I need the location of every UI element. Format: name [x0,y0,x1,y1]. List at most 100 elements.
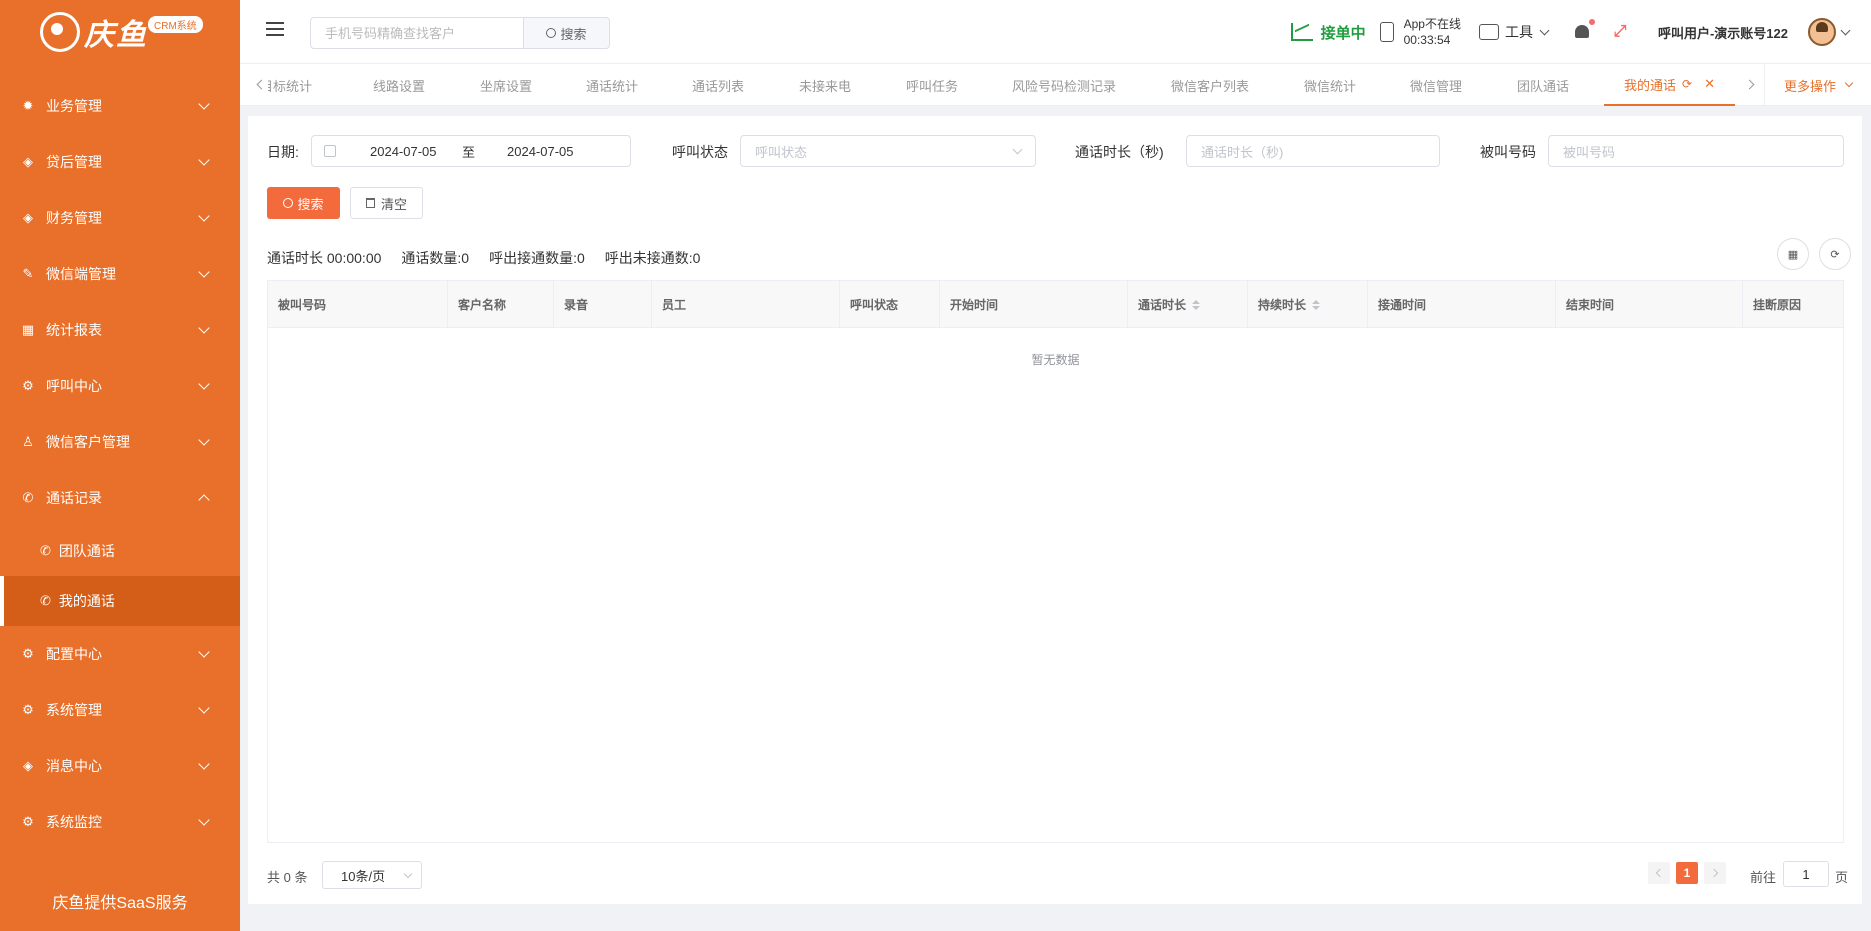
sort-icon[interactable] [1192,299,1201,310]
next-page-button[interactable] [1704,862,1726,884]
toolbox-icon [1478,24,1499,40]
clear-button[interactable]: 清空 [350,187,423,219]
tab-wechat-stats[interactable]: 微信统计 [1304,64,1356,106]
sidebar-item-messages[interactable]: ◈ 消息中心 [0,738,240,794]
notification-bell-icon[interactable] [1574,19,1595,41]
tools-dropdown[interactable]: 工具 [1478,22,1550,42]
tab-team-calls[interactable]: 团队通话 [1517,64,1569,106]
column-header-sortable[interactable]: 通话时长 [1128,281,1248,328]
tab-seat-settings[interactable]: 坐席设置 [480,64,532,106]
sidebar-item-label: 配置中心 [46,646,102,662]
sidebar-item-wechat-admin[interactable]: ✎ 微信端管理 [0,246,240,302]
refresh-icon[interactable]: ⟳ [1819,238,1851,270]
sidebar-item-wechat-customers[interactable]: ♙ 微信客户管理 [0,414,240,470]
customer-search-button[interactable]: 搜索 [524,17,610,49]
tab-target-stats[interactable]: 目标统计 [268,64,312,106]
phone-icon: ✆ [22,490,34,505]
tab-missed-calls[interactable]: 未接来电 [799,64,851,106]
sidebar-menu: ✹ 业务管理 ◈ 贷后管理 ◈ 财务管理 ✎ 微信端管理 ▦ 统计报表 ⚙ 呼叫中心 ♙ 微信… [0,78,240,850]
hamburger-menu-icon[interactable] [266,22,284,36]
column-settings-icon[interactable]: ▦ [1777,238,1809,270]
chevron-down-icon [198,266,210,278]
order-status-toggle[interactable]: 接单中 [1290,22,1366,43]
logo[interactable]: 庆鱼 CRM系统 [0,0,240,64]
gear-icon: ⚙ [22,814,34,829]
avatar[interactable] [1808,18,1836,46]
tab-call-stats[interactable]: 通话统计 [586,64,638,106]
duration-label: 通话时长（秒) [1075,144,1164,160]
close-icon[interactable]: ✕ [1704,76,1715,92]
sidebar-subitem-team-calls[interactable]: ✆ 团队通话 [0,526,240,576]
tab-scroll-left-icon[interactable] [256,79,267,90]
tab-risk-number-records[interactable]: 风险号码检测记录 [1012,64,1116,106]
chevron-down-icon [198,98,210,110]
tab-line-settings[interactable]: 线路设置 [373,64,425,106]
sidebar-item-label: 呼叫中心 [46,378,102,394]
tag-icon: ◈ [23,154,33,169]
sidebar-subitem-my-calls[interactable]: ✆ 我的通话 [0,576,240,626]
sidebar-footer: 庆鱼提供SaaS服务 [52,895,188,912]
tab-my-calls[interactable]: 我的通话 ⟳ ✕ [1604,64,1735,106]
sidebar-item-label: 系统管理 [46,702,102,718]
duration-placeholder: 通话时长（秒) [1201,144,1284,160]
pagination-total: 共 0 条 [267,870,308,885]
search-icon [283,198,294,208]
tab-label: 微信管理 [1410,78,1463,94]
call-status-select[interactable]: 呼叫状态 [740,135,1036,167]
sidebar-item-call-center[interactable]: ⚙ 呼叫中心 [0,358,240,414]
sidebar-item-post-loan[interactable]: ◈ 贷后管理 [0,134,240,190]
more-operations-dropdown[interactable]: 更多操作 [1764,64,1871,106]
column-header: 开始时间 [940,281,1128,328]
chevron-down-icon[interactable] [1840,25,1851,35]
sidebar-item-system[interactable]: ⚙ 系统管理 [0,682,240,738]
sidebar-item-reports[interactable]: ▦ 统计报表 [0,302,240,358]
tab-label: 团队通话 [1517,78,1570,94]
chevron-down-icon [198,322,210,334]
sidebar-item-business[interactable]: ✹ 业务管理 [0,78,240,134]
search-icon [546,28,557,38]
tab-wechat-customer-list[interactable]: 微信客户列表 [1171,64,1249,106]
prev-page-button[interactable] [1648,862,1670,884]
page-number-current[interactable]: 1 [1676,862,1698,884]
column-label: 员工 [662,298,687,312]
goto-page-input[interactable] [1783,861,1829,887]
sidebar-item-label: 我的通话 [58,593,115,609]
column-header: 录音 [554,281,652,328]
edit-icon: ✎ [22,266,34,281]
sidebar-item-finance[interactable]: ◈ 财务管理 [0,190,240,246]
column-header: 挂断原因 [1743,281,1843,328]
tab-call-list[interactable]: 通话列表 [692,64,744,106]
sidebar-item-config[interactable]: ⚙ 配置中心 [0,626,240,682]
tab-scroll-right-icon[interactable] [1744,79,1755,90]
column-label: 开始时间 [950,298,999,312]
tab-label: 呼叫任务 [906,78,959,94]
stat-duration: 通话时长 00:00:00 [267,250,382,266]
tab-call-tasks[interactable]: 呼叫任务 [906,64,958,106]
duration-input[interactable]: 通话时长（秒) [1186,135,1440,167]
customer-search-input[interactable] [310,17,524,49]
fullscreen-icon[interactable]: ⤢ [1612,24,1628,40]
tab-wechat-admin[interactable]: 微信管理 [1410,64,1462,106]
chevron-down-icon [1844,78,1854,88]
page-size-select[interactable]: 10条/页 [322,861,422,889]
column-header-sortable[interactable]: 持续时长 [1248,281,1368,328]
sidebar-item-monitor[interactable]: ⚙ 系统监控 [0,794,240,850]
sort-icon[interactable] [1312,299,1321,310]
chevron-down-icon [198,154,210,166]
tab-label: 通话统计 [586,78,639,94]
notification-dot [1588,19,1595,25]
stat-outbound-unconnected: 呼出未接通数:0 [604,250,701,266]
column-label: 结束时间 [1566,298,1615,312]
date-end[interactable]: 2024-07-05 [507,144,574,159]
calls-table: 被叫号码 客户名称 录音 员工 呼叫状态 开始时间 通话时长 持续时长 接通时间… [267,280,1844,843]
sidebar-item-label: 微信客户管理 [46,434,130,450]
tabs-bar: 目标统计 线路设置 坐席设置 通话统计 通话列表 未接来电 呼叫任务 风险号码检… [240,64,1871,106]
refresh-icon[interactable]: ⟳ [1682,77,1692,91]
app-status-text: App不在线 [1403,17,1461,31]
search-button[interactable]: 搜索 [267,187,340,219]
called-number-input[interactable]: 被叫号码 [1548,135,1844,167]
sidebar-item-call-records[interactable]: ✆ 通话记录 [0,470,240,526]
column-header: 呼叫状态 [840,281,940,328]
date-start[interactable]: 2024-07-05 [370,144,437,159]
date-range-picker[interactable]: 2024-07-05 至 2024-07-05 [311,135,631,167]
